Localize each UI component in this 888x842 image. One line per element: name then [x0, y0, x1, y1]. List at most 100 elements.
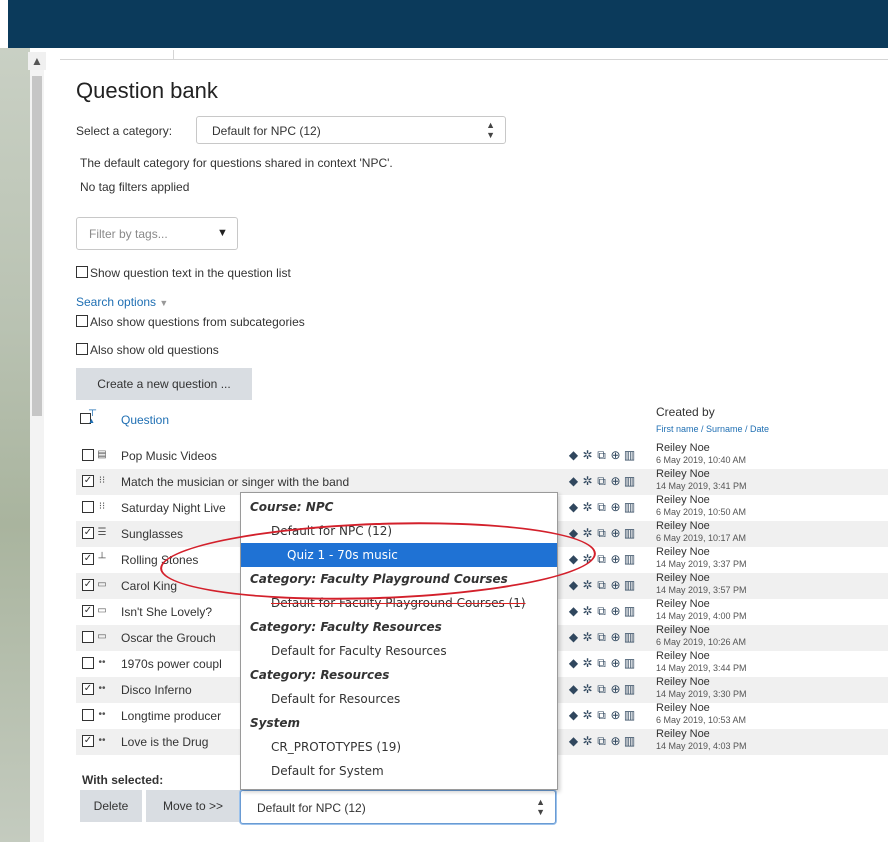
tag-icon[interactable]: ◆ [567, 656, 581, 670]
duplicate-icon[interactable]: ⧉ [595, 578, 609, 593]
create-question-button[interactable]: Create a new question ... [76, 368, 252, 400]
delete-icon[interactable]: ▥ [623, 708, 637, 722]
gear-icon[interactable]: ✲ [581, 656, 595, 670]
row-checkbox[interactable]: ✓ [82, 579, 94, 591]
preview-icon[interactable]: ⊕ [609, 604, 623, 618]
tag-icon[interactable]: ◆ [567, 500, 581, 514]
dropdown-option[interactable]: Default for NPC (12) [241, 519, 557, 543]
sort-icon[interactable]: ┬ ▲ [80, 405, 96, 427]
row-checkbox[interactable]: ✓ [82, 475, 94, 487]
delete-icon[interactable]: ▥ [623, 604, 637, 618]
tag-icon[interactable]: ◆ [567, 682, 581, 696]
question-column-header[interactable]: Question [121, 413, 169, 427]
row-checkbox[interactable]: ✓ [82, 683, 94, 695]
duplicate-icon[interactable]: ⧉ [595, 708, 609, 723]
old-questions-checkbox[interactable] [76, 343, 88, 355]
scroll-up-icon[interactable]: ▲ [28, 52, 46, 70]
dropdown-option[interactable]: Default for System [241, 759, 557, 783]
duplicate-icon[interactable]: ⧉ [595, 734, 609, 749]
delete-icon[interactable]: ▥ [623, 734, 637, 748]
duplicate-icon[interactable]: ⧉ [595, 448, 609, 463]
row-checkbox[interactable] [82, 657, 94, 669]
row-checkbox[interactable]: ✓ [82, 605, 94, 617]
preview-icon[interactable]: ⊕ [609, 474, 623, 488]
dropdown-option-selected[interactable]: Quiz 1 - 70s music [241, 543, 557, 567]
tag-icon[interactable]: ◆ [567, 552, 581, 566]
duplicate-icon[interactable]: ⧉ [595, 526, 609, 541]
gear-icon[interactable]: ✲ [581, 708, 595, 722]
row-checkbox[interactable] [82, 449, 94, 461]
preview-icon[interactable]: ⊕ [609, 448, 623, 462]
delete-icon[interactable]: ▥ [623, 526, 637, 540]
duplicate-icon[interactable]: ⧉ [595, 474, 609, 489]
tag-filter-input[interactable]: Filter by tags... ▼ [76, 217, 238, 250]
gear-icon[interactable]: ✲ [581, 682, 595, 696]
tag-icon[interactable]: ◆ [567, 630, 581, 644]
delete-icon[interactable]: ▥ [623, 552, 637, 566]
delete-icon[interactable]: ▥ [623, 656, 637, 670]
duplicate-icon[interactable]: ⧉ [595, 604, 609, 619]
tag-icon[interactable]: ◆ [567, 708, 581, 722]
move-to-button[interactable]: Move to >> [146, 790, 240, 822]
subcategories-checkbox[interactable] [76, 315, 88, 327]
gear-icon[interactable]: ✲ [581, 630, 595, 644]
delete-icon[interactable]: ▥ [623, 630, 637, 644]
preview-icon[interactable]: ⊕ [609, 734, 623, 748]
preview-icon[interactable]: ⊕ [609, 500, 623, 514]
row-actions: ◆ ✲ ⧉ ⊕ ▥ [567, 526, 637, 541]
duplicate-icon[interactable]: ⧉ [595, 682, 609, 697]
created-by-sort-links[interactable]: First name / Surname / Date [656, 424, 769, 434]
delete-icon[interactable]: ▥ [623, 474, 637, 488]
gear-icon[interactable]: ✲ [581, 500, 595, 514]
search-options-link[interactable]: Search options ▼ [76, 295, 168, 309]
category-select[interactable]: Default for NPC (12) ▲ ▼ [196, 116, 506, 144]
duplicate-icon[interactable]: ⧉ [595, 630, 609, 645]
gear-icon[interactable]: ✲ [581, 604, 595, 618]
tag-icon[interactable]: ◆ [567, 448, 581, 462]
category-dropdown-list[interactable]: Course: NPC Default for NPC (12) Quiz 1 - … [240, 492, 558, 790]
row-checkbox[interactable]: ✓ [82, 527, 94, 539]
dropdown-option[interactable]: Default for Faculty Playground Courses (… [241, 591, 557, 615]
show-question-text-checkbox[interactable] [76, 266, 88, 278]
tag-icon[interactable]: ◆ [567, 526, 581, 540]
gear-icon[interactable]: ✲ [581, 474, 595, 488]
gear-icon[interactable]: ✲ [581, 552, 595, 566]
gear-icon[interactable]: ✲ [581, 448, 595, 462]
row-checkbox[interactable]: ✓ [82, 735, 94, 747]
dropdown-option[interactable]: Default for Resources [241, 687, 557, 711]
preview-icon[interactable]: ⊕ [609, 578, 623, 592]
row-checkbox[interactable] [82, 501, 94, 513]
gear-icon[interactable]: ✲ [581, 578, 595, 592]
delete-icon[interactable]: ▥ [623, 448, 637, 462]
tag-icon[interactable]: ◆ [567, 604, 581, 618]
dropdown-option[interactable]: Default for Faculty Resources [241, 639, 557, 663]
preview-icon[interactable]: ⊕ [609, 682, 623, 696]
row-checkbox[interactable] [82, 631, 94, 643]
preview-icon[interactable]: ⊕ [609, 552, 623, 566]
duplicate-icon[interactable]: ⧉ [595, 500, 609, 515]
duplicate-icon[interactable]: ⧉ [595, 656, 609, 671]
delete-button[interactable]: Delete [80, 790, 142, 822]
category-label: Select a category: [76, 124, 173, 138]
gear-icon[interactable]: ✲ [581, 526, 595, 540]
table-row[interactable]: ▤ Pop Music Videos ◆ ✲ ⧉ ⊕ ▥ Reiley Noe 6 May 20… [76, 443, 888, 469]
scrollbar-thumb[interactable] [32, 76, 42, 416]
preview-icon[interactable]: ⊕ [609, 708, 623, 722]
preview-icon[interactable]: ⊕ [609, 526, 623, 540]
delete-icon[interactable]: ▥ [623, 682, 637, 696]
preview-icon[interactable]: ⊕ [609, 656, 623, 670]
creator-name: Reiley Noe [656, 572, 710, 584]
created-date: 6 May 2019, 10:53 AM [656, 715, 747, 725]
delete-icon[interactable]: ▥ [623, 578, 637, 592]
tag-icon[interactable]: ◆ [567, 578, 581, 592]
gear-icon[interactable]: ✲ [581, 734, 595, 748]
row-checkbox[interactable]: ✓ [82, 553, 94, 565]
delete-icon[interactable]: ▥ [623, 500, 637, 514]
dropdown-option[interactable]: CR_PROTOTYPES (19) [241, 735, 557, 759]
preview-icon[interactable]: ⊕ [609, 630, 623, 644]
move-target-select[interactable]: Default for NPC (12) ▲ ▼ [240, 790, 556, 824]
row-checkbox[interactable] [82, 709, 94, 721]
tag-icon[interactable]: ◆ [567, 734, 581, 748]
tag-icon[interactable]: ◆ [567, 474, 581, 488]
duplicate-icon[interactable]: ⧉ [595, 552, 609, 567]
